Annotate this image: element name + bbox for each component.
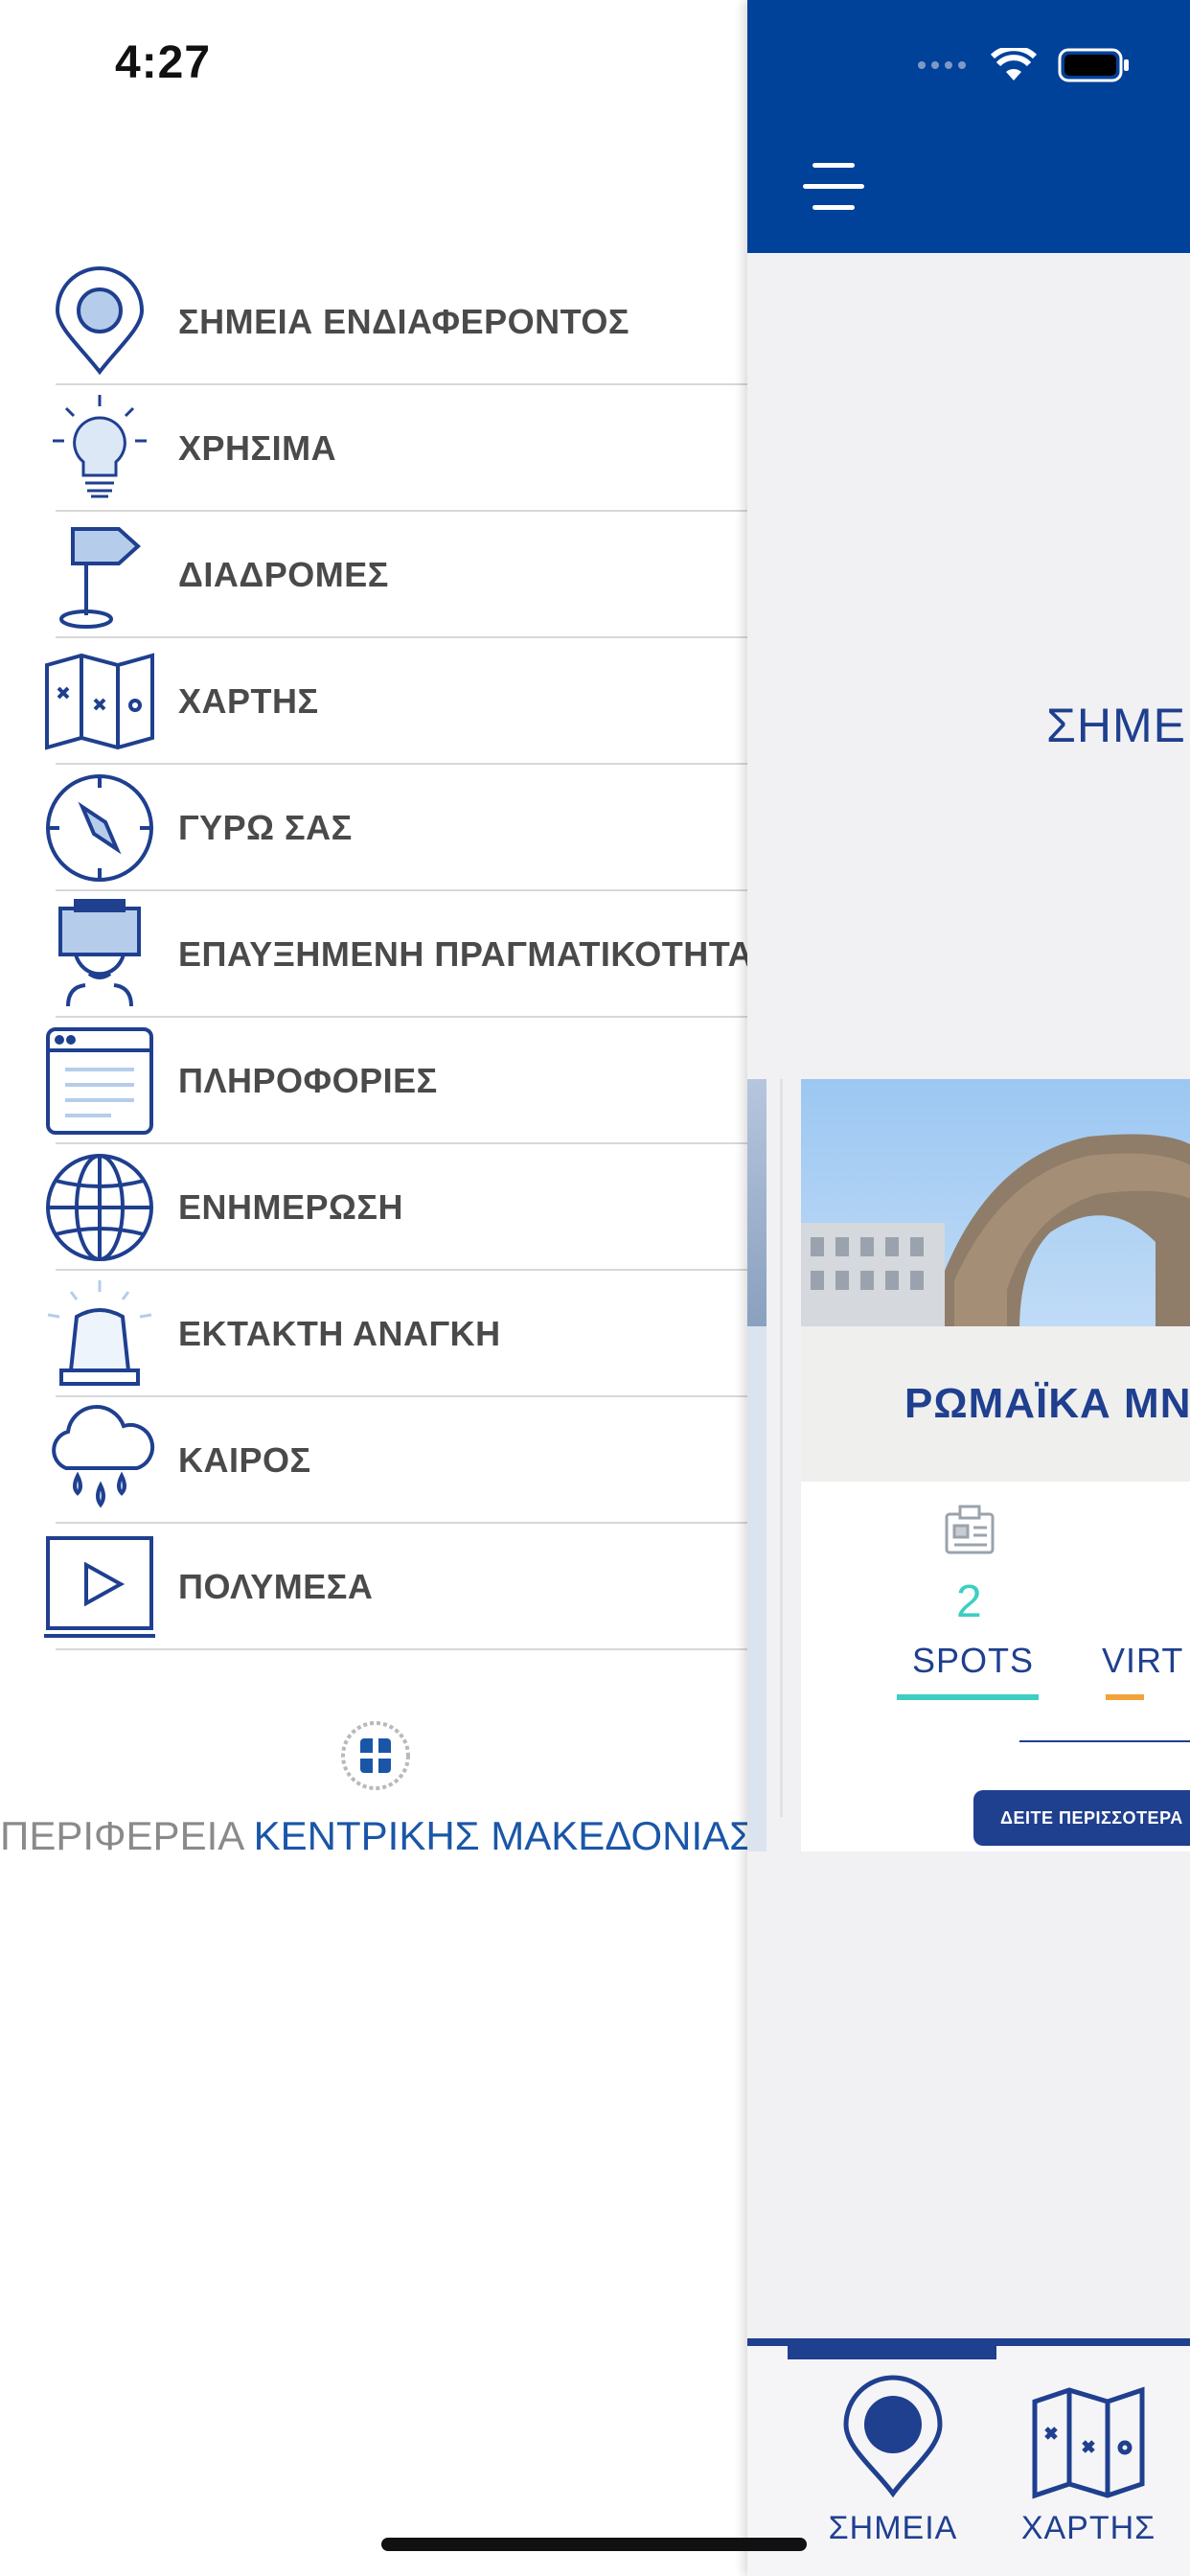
menu-item-map[interactable]: ΧΑΡΤΗΣ bbox=[0, 638, 747, 765]
see-more-button[interactable]: ΔΕΙΤΕ ΠΕΡΙΣΣΟΤΕΡΑ bbox=[973, 1790, 1190, 1846]
menu-item-label: ΕΚΤΑΚΤΗ ΑΝΑΓΚΗ bbox=[178, 1314, 501, 1353]
map-pin-icon bbox=[42, 264, 157, 380]
menu-item-label: ΕΠΑΥΞΗΜΕΝΗ ΠΡΑΓΜΑΤΙΚΟΤΗΤΑ bbox=[178, 934, 754, 974]
compass-icon bbox=[42, 770, 157, 886]
menu-item-label: ΣΗΜΕΙΑ ΕΝΔΙΑΦΕΡΟΝΤΟΣ bbox=[178, 302, 630, 341]
folded-map-icon bbox=[1032, 2386, 1145, 2499]
menu-item-augmented-reality[interactable]: ΕΠΑΥΞΗΜΕΝΗ ΠΡΑΓΜΑΤΙΚΟΤΗΤΑ bbox=[0, 891, 753, 1018]
card-separator bbox=[780, 1079, 783, 1817]
spots-tab-underline bbox=[897, 1694, 1039, 1700]
vr-headset-icon bbox=[42, 897, 157, 1012]
folded-map-icon bbox=[42, 644, 157, 759]
greek-crest-logo bbox=[341, 1721, 410, 1790]
menu-item-label: ΕΝΗΜΕΡΩΣΗ bbox=[178, 1187, 403, 1227]
menu-item-useful[interactable]: ΧΡΗΣΙΜΑ bbox=[0, 385, 747, 512]
signal-icon bbox=[918, 61, 966, 69]
card-carousel[interactable]: ΡΩΜΑΪΚΑ ΜΝΗ 2 SPOTS VIRT bbox=[747, 1079, 1190, 1852]
menu-item-label: ΠΟΛΥΜΕΣΑ bbox=[178, 1567, 374, 1606]
side-menu: ΣΗΜΕΙΑ ΕΝΔΙΑΦΕΡΟΝΤΟΣ ΧΡΗΣΙΜΑ ΔΙΑΔΡΟΜΕΣ Χ… bbox=[0, 259, 753, 1650]
menu-item-emergency[interactable]: ΕΚΤΑΚΤΗ ΑΝΑΓΚΗ bbox=[0, 1271, 747, 1397]
region-name: ΠΕΡΙΦΕΡΕΙΑ ΚΕΝΤΡΙΚΗΣ ΜΑΚΕΔΟΝΙΑΣ bbox=[0, 1813, 757, 1859]
spots-tab[interactable]: SPOTS bbox=[912, 1641, 1034, 1681]
menu-item-information[interactable]: ΠΛΗΡΟΦΟΡΙΕΣ bbox=[0, 1018, 747, 1144]
menu-item-label: ΔΙΑΔΡΟΜΕΣ bbox=[178, 555, 389, 594]
lightbulb-icon bbox=[42, 391, 157, 506]
virtual-tab-underline bbox=[1106, 1694, 1144, 1700]
menu-item-label: ΠΛΗΡΟΦΟΡΙΕΣ bbox=[178, 1061, 438, 1100]
menu-item-around-you[interactable]: ΓΥΡΩ ΣΑΣ bbox=[0, 765, 747, 891]
battery-icon bbox=[1058, 48, 1129, 82]
menu-toggle-button[interactable] bbox=[803, 163, 864, 213]
main-panel: ΣΗΜΕΙ ΡΩΜΑΪΚΑ ΜΝΗ bbox=[747, 0, 1190, 2576]
menu-item-weather[interactable]: ΚΑΙΡΟΣ bbox=[0, 1397, 747, 1524]
poi-card[interactable]: ΡΩΜΑΪΚΑ ΜΝΗ 2 SPOTS VIRT bbox=[801, 1079, 1190, 1852]
menu-item-label: ΓΥΡΩ ΣΑΣ bbox=[178, 808, 353, 847]
status-time: 4:27 bbox=[115, 37, 212, 88]
wifi-icon bbox=[991, 48, 1037, 80]
region-name-label: ΚΕΝΤΡΙΚΗΣ ΜΑΚΕΔΟΝΙΑΣ bbox=[253, 1813, 755, 1858]
divider bbox=[56, 1648, 747, 1650]
browser-window-icon bbox=[42, 1024, 157, 1138]
menu-item-label: ΚΑΙΡΟΣ bbox=[178, 1440, 311, 1480]
menu-item-routes[interactable]: ΔΙΑΔΡΟΜΕΣ bbox=[0, 512, 747, 638]
tab-label: ΧΑΡΤΗΣ bbox=[1020, 2510, 1156, 2546]
signpost-icon bbox=[42, 518, 157, 632]
menu-item-news[interactable]: ΕΝΗΜΕΡΩΣΗ bbox=[0, 1144, 747, 1271]
menu-item-label: ΧΡΗΣΙΜΑ bbox=[178, 428, 337, 468]
spots-count: 2 bbox=[956, 1576, 982, 1627]
previous-card[interactable] bbox=[747, 1079, 767, 1852]
home-indicator[interactable] bbox=[381, 2538, 807, 2551]
tab-points[interactable]: ΣΗΜΕΙΑ bbox=[797, 2375, 989, 2547]
id-card-icon bbox=[945, 1505, 995, 1554]
globe-icon bbox=[42, 1150, 157, 1265]
status-icons bbox=[916, 48, 1131, 82]
bottom-tab-bar: ΣΗΜΕΙΑ ΧΑΡΤΗΣ bbox=[747, 2338, 1190, 2576]
virtual-tab[interactable]: VIRT bbox=[1102, 1641, 1183, 1681]
menu-item-points-of-interest[interactable]: ΣΗΜΕΙΑ ΕΝΔΙΑΦΕΡΟΝΤΟΣ bbox=[0, 259, 747, 385]
divider-line bbox=[1019, 1740, 1190, 1742]
rain-cloud-icon bbox=[42, 1403, 157, 1518]
play-screen-icon bbox=[42, 1530, 157, 1644]
tab-map[interactable]: ΧΑΡΤΗΣ bbox=[993, 2375, 1184, 2547]
map-pin-icon bbox=[843, 2375, 943, 2498]
menu-item-label: ΧΑΡΤΗΣ bbox=[178, 681, 319, 721]
selected-tab-indicator bbox=[788, 2346, 996, 2359]
card-title: ΡΩΜΑΪΚΑ ΜΝΗ bbox=[904, 1380, 1190, 1427]
tab-label: ΣΗΜΕΙΑ bbox=[828, 2510, 958, 2546]
region-label: ΠΕΡΙΦΕΡΕΙΑ bbox=[0, 1813, 242, 1858]
menu-item-multimedia[interactable]: ΠΟΛΥΜΕΣΑ bbox=[0, 1524, 747, 1650]
siren-icon bbox=[42, 1276, 157, 1392]
section-title: ΣΗΜΕΙ bbox=[1046, 699, 1190, 752]
app-header bbox=[747, 0, 1190, 253]
